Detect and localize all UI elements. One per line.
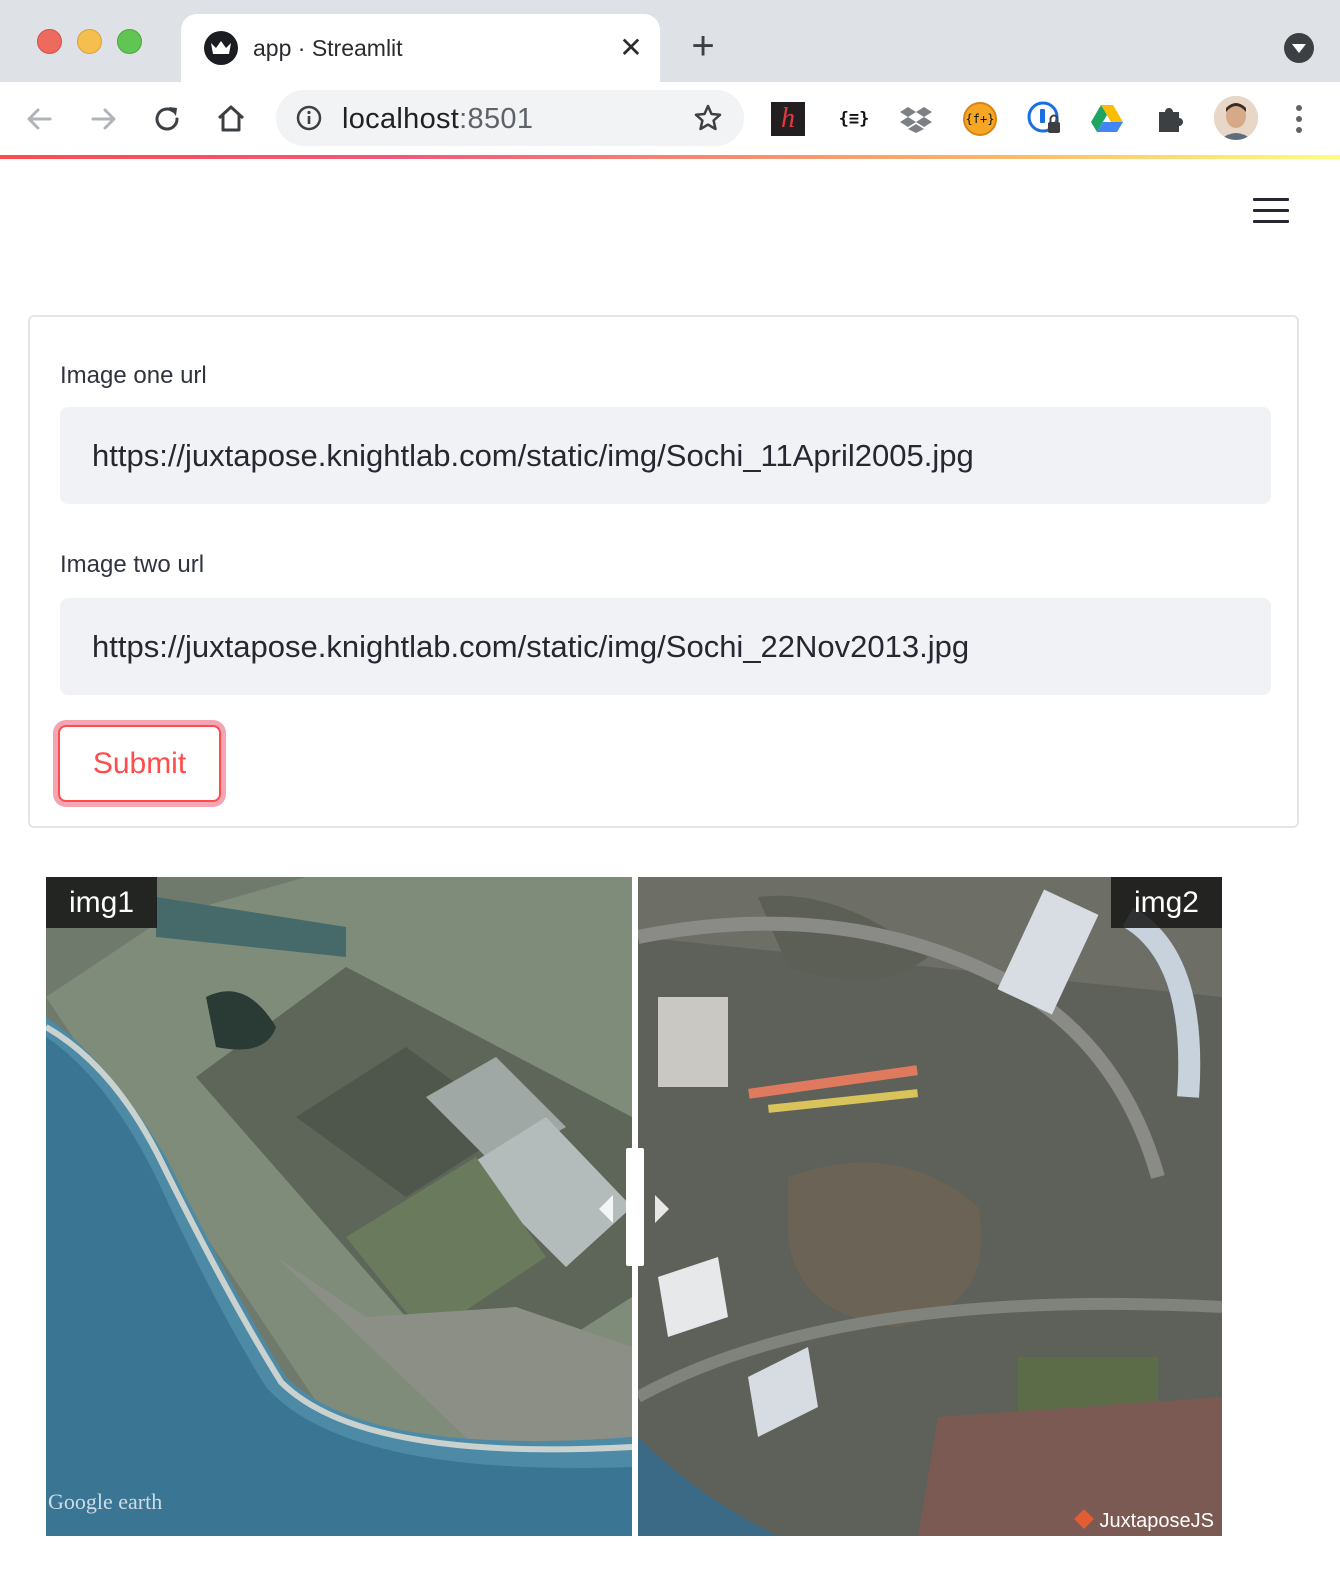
slider-right-arrow-icon [655,1195,669,1223]
image-one-satellite: Google earth img1 [46,877,632,1536]
juxtapose-logo-icon [1074,1509,1095,1529]
new-tab-icon[interactable]: + [684,26,722,66]
forward-arrow-icon[interactable] [83,99,123,139]
fplus-icon[interactable]: {f+} [963,102,997,136]
profile-avatar[interactable] [1214,96,1258,140]
window-close-button[interactable] [37,29,62,54]
juxtapose-credit[interactable]: JuxtaposeJS [1074,1509,1214,1533]
window-zoom-button[interactable] [117,29,142,54]
streamlit-favicon-icon [204,31,238,65]
image-two-label: Image two url [60,551,205,578]
tab-search-icon[interactable] [1284,33,1314,63]
back-arrow-icon[interactable] [20,99,60,139]
tab-title: app · Streamlit [253,35,403,61]
browser-tab-strip: app · Streamlit ✕ + [0,0,1340,82]
submit-button[interactable]: Submit [58,725,221,802]
browser-menu-icon[interactable] [1288,102,1310,136]
site-info-icon[interactable] [295,104,323,132]
url-text: localhost:8501 [342,103,534,135]
google-earth-watermark: Google earth [48,1489,163,1514]
window-minimize-button[interactable] [77,29,102,54]
image-one-url-input[interactable] [60,407,1271,504]
json-formatter-icon[interactable]: {≡} [834,104,874,140]
dropbox-icon[interactable] [898,100,934,136]
image-two-url-input[interactable] [60,598,1271,695]
image-two-label-badge: img2 [1110,877,1222,928]
hamburger-menu-icon[interactable] [1253,198,1289,228]
extensions-puzzle-icon[interactable] [1153,100,1189,136]
juxtapose-slider[interactable]: Google earth img1 img2 JuxtaposeJS [46,877,1222,1536]
image-one-label-badge: img1 [46,877,158,928]
home-icon[interactable] [211,99,251,139]
google-drive-icon[interactable] [1089,100,1125,136]
browser-toolbar: localhost:8501 h {≡} {f+} [0,82,1340,156]
browser-tab-active[interactable]: app · Streamlit ✕ [181,14,660,82]
streamlit-accent-bar [0,155,1340,159]
hypothesis-icon[interactable]: h [771,102,805,136]
address-bar[interactable]: localhost:8501 [276,90,744,146]
onepassword-icon[interactable] [1026,100,1062,136]
reload-icon[interactable] [147,99,187,139]
slider-handle[interactable] [626,1148,644,1266]
url-form: Image one url Image two url Submit [28,315,1299,828]
image-two-satellite: img2 JuxtaposeJS [638,877,1222,1536]
image-one-label: Image one url [60,362,207,389]
tab-close-icon[interactable]: ✕ [614,31,648,65]
bookmark-star-icon[interactable] [692,102,724,134]
slider-left-arrow-icon [599,1195,613,1223]
